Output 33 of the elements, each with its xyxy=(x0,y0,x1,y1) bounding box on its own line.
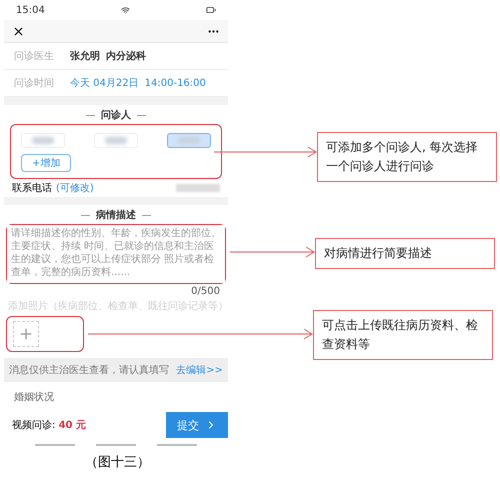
section-title: 问诊人 xyxy=(101,110,131,121)
row-value[interactable]: 14:00-16:00 xyxy=(144,78,206,88)
plus-icon xyxy=(18,326,34,342)
phone-label: 联系电话 xyxy=(12,182,52,195)
edit-hint[interactable]: (可修改) xyxy=(56,181,94,195)
price-text: 视频问诊: 40 元 xyxy=(12,418,86,432)
submit-button[interactable]: 提交 xyxy=(166,412,228,438)
patient-chip[interactable] xyxy=(167,133,211,148)
section-title: 病情描述 xyxy=(96,210,136,221)
add-photo-button[interactable] xyxy=(13,321,39,347)
row-value: 张允明 xyxy=(70,50,100,63)
row-label: 问诊时间 xyxy=(14,76,55,90)
row-value: 内分泌科 xyxy=(106,50,146,63)
callout-box: 可点击上传既往病历资料、检查资料等 xyxy=(313,310,493,360)
row-value[interactable]: 今天 04月22日 xyxy=(70,76,139,90)
blurred-name xyxy=(105,137,127,144)
char-counter: 0/500 xyxy=(190,285,221,299)
notice-text: 消息仅供主治医生查看，请认真填写 xyxy=(9,364,169,377)
callout-box: 对病情进行简要描述 xyxy=(315,238,495,269)
blurred-name xyxy=(32,137,54,144)
info-row[interactable]: 婚姻状况 xyxy=(4,382,228,412)
description-field[interactable]: 请详细描述你的性别、年龄，疾病发生的部位、主要症状、持续 时间、已就诊的信息和主治医生的建议，您也可以上传症状部分 照片或者检查单，完整的病历资料...... xyxy=(7,225,225,283)
edit-link[interactable]: 去编辑>> xyxy=(176,363,223,377)
wifi-icon xyxy=(120,6,130,14)
blurred-phone xyxy=(176,184,220,192)
blurred-name xyxy=(178,137,200,144)
row-label: 问诊医生 xyxy=(14,50,55,63)
figure-caption: （图十三） xyxy=(85,454,150,471)
battery-icon xyxy=(206,5,216,15)
status-time: 15:04 xyxy=(16,4,45,16)
callout-box: 可添加多个问诊人, 每次选择一个问诊人进行问诊 xyxy=(317,132,497,182)
close-icon[interactable] xyxy=(12,24,25,38)
add-patient-button[interactable]: +增加 xyxy=(21,154,72,172)
